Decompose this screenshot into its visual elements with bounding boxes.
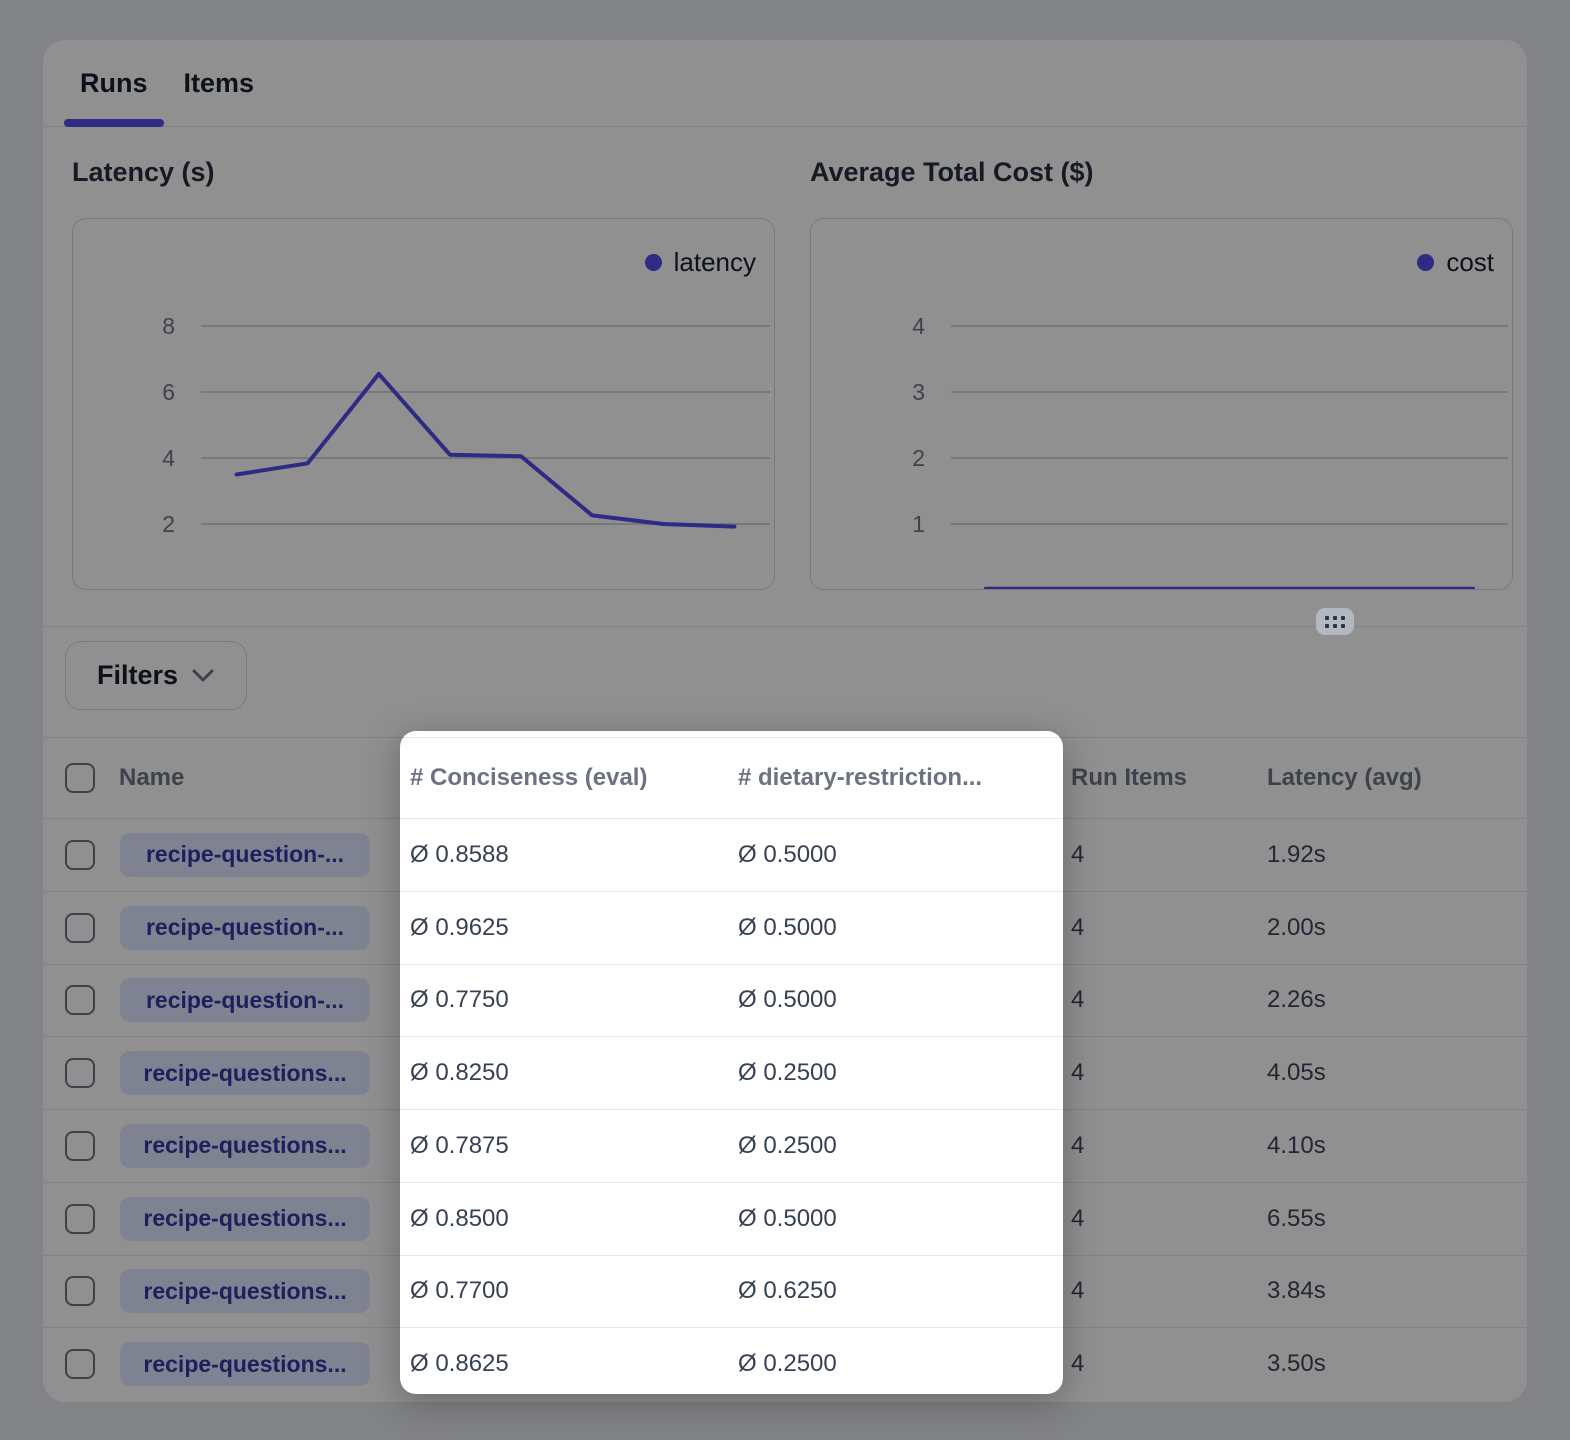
select-all-checkbox[interactable] (65, 763, 95, 793)
dietary-value: Ø 0.5000 (738, 986, 1071, 1014)
table-row[interactable]: recipe-questions... Ø 0.8500 Ø 0.5000 4 … (43, 1182, 1527, 1255)
row-checkbox[interactable] (65, 913, 95, 943)
run-name-badge[interactable]: recipe-questions... (120, 1269, 370, 1313)
chevron-down-icon (192, 669, 214, 683)
table-row[interactable]: recipe-question-... Ø 0.7750 Ø 0.5000 4 … (43, 964, 1527, 1037)
row-checkbox[interactable] (65, 1058, 95, 1088)
dietary-value: Ø 0.5000 (738, 841, 1071, 869)
table-row[interactable]: recipe-questions... Ø 0.7700 Ø 0.6250 4 … (43, 1255, 1527, 1328)
latency-avg-value: 3.50s (1267, 1350, 1527, 1378)
row-checkbox[interactable] (65, 840, 95, 870)
run-name-badge[interactable]: recipe-question-... (120, 906, 370, 950)
table-row[interactable]: recipe-questions... Ø 0.8625 Ø 0.2500 4 … (43, 1327, 1527, 1400)
latency-chart-title: Latency (s) (72, 157, 215, 188)
conciseness-value: Ø 0.9625 (410, 914, 738, 942)
cost-line-plot: 4 3 2 1 (811, 219, 1512, 589)
table-row[interactable]: recipe-question-... Ø 0.9625 Ø 0.5000 4 … (43, 891, 1527, 964)
runs-panel: Runs Items Latency (s) 8 6 4 2 latency Aver… (43, 40, 1527, 1402)
legend-label: cost (1446, 247, 1494, 278)
run-items-value: 4 (1071, 841, 1267, 869)
conciseness-value: Ø 0.8250 (410, 1059, 738, 1087)
latency-avg-value: 3.84s (1267, 1277, 1527, 1305)
filters-button[interactable]: Filters (65, 641, 247, 710)
column-header-conciseness[interactable]: # Conciseness (eval) (410, 764, 738, 792)
latency-avg-value: 4.10s (1267, 1132, 1527, 1160)
dietary-value: Ø 0.5000 (738, 1205, 1071, 1233)
row-checkbox[interactable] (65, 985, 95, 1015)
filters-section: Filters (43, 627, 1527, 737)
column-header-latency[interactable]: Latency (avg) (1267, 764, 1527, 792)
run-items-value: 4 (1071, 1205, 1267, 1233)
runs-table: Name # Conciseness (eval) # dietary-rest… (43, 737, 1527, 1400)
cost-legend: cost (1417, 247, 1494, 278)
svg-text:4: 4 (912, 313, 925, 339)
svg-text:6: 6 (162, 379, 175, 405)
run-items-value: 4 (1071, 1132, 1267, 1160)
row-checkbox[interactable] (65, 1349, 95, 1379)
tab-runs[interactable]: Runs (80, 68, 148, 126)
latency-chart-panel: 8 6 4 2 latency (72, 218, 775, 590)
row-checkbox[interactable] (65, 1276, 95, 1306)
table-row[interactable]: recipe-questions... Ø 0.8250 Ø 0.2500 4 … (43, 1036, 1527, 1109)
svg-text:2: 2 (162, 511, 175, 537)
cost-chart-panel: 4 3 2 1 cost (810, 218, 1513, 590)
section-resize-handle[interactable] (1316, 608, 1354, 635)
row-checkbox[interactable] (65, 1131, 95, 1161)
svg-text:4: 4 (162, 445, 175, 471)
dietary-value: Ø 0.2500 (738, 1350, 1071, 1378)
svg-text:8: 8 (162, 313, 175, 339)
run-name-badge[interactable]: recipe-questions... (120, 1342, 370, 1386)
latency-avg-value: 2.00s (1267, 914, 1527, 942)
row-checkbox[interactable] (65, 1204, 95, 1234)
run-items-value: 4 (1071, 1277, 1267, 1305)
cost-chart-title: Average Total Cost ($) (810, 157, 1094, 188)
dietary-value: Ø 0.6250 (738, 1277, 1071, 1305)
table-row[interactable]: recipe-questions... Ø 0.7875 Ø 0.2500 4 … (43, 1109, 1527, 1182)
grip-dots-icon (1325, 616, 1345, 628)
run-name-badge[interactable]: recipe-questions... (120, 1124, 370, 1168)
dietary-value: Ø 0.2500 (738, 1132, 1071, 1160)
run-name-badge[interactable]: recipe-questions... (120, 1197, 370, 1241)
latency-avg-value: 1.92s (1267, 841, 1527, 869)
tab-bar: Runs Items (43, 40, 1527, 127)
conciseness-value: Ø 0.7700 (410, 1277, 738, 1305)
table-row[interactable]: recipe-question-... Ø 0.8588 Ø 0.5000 4 … (43, 818, 1527, 891)
run-items-value: 4 (1071, 1059, 1267, 1087)
run-items-value: 4 (1071, 986, 1267, 1014)
dietary-value: Ø 0.2500 (738, 1059, 1071, 1087)
column-header-dietary[interactable]: # dietary-restriction... (738, 764, 1071, 792)
run-items-value: 4 (1071, 914, 1267, 942)
run-name-badge[interactable]: recipe-question-... (120, 978, 370, 1022)
legend-dot-icon (645, 254, 662, 271)
charts-section: Latency (s) 8 6 4 2 latency Average Total C… (43, 127, 1527, 627)
table-header-row: Name # Conciseness (eval) # dietary-rest… (43, 738, 1527, 818)
run-name-badge[interactable]: recipe-question-... (120, 833, 370, 877)
legend-dot-icon (1417, 254, 1434, 271)
filters-label: Filters (97, 660, 178, 691)
conciseness-value: Ø 0.8625 (410, 1350, 738, 1378)
conciseness-value: Ø 0.7750 (410, 986, 738, 1014)
latency-avg-value: 2.26s (1267, 986, 1527, 1014)
latency-avg-value: 4.05s (1267, 1059, 1527, 1087)
latency-legend: latency (645, 247, 756, 278)
dietary-value: Ø 0.5000 (738, 914, 1071, 942)
column-header-run-items[interactable]: Run Items (1071, 764, 1267, 792)
tab-items[interactable]: Items (184, 68, 255, 126)
svg-text:2: 2 (912, 445, 925, 471)
cost-chart: Average Total Cost ($) 4 3 2 1 cost (810, 127, 1513, 627)
conciseness-value: Ø 0.8588 (410, 841, 738, 869)
conciseness-value: Ø 0.8500 (410, 1205, 738, 1233)
column-header-name[interactable]: Name (119, 764, 410, 792)
legend-label: latency (674, 247, 756, 278)
run-items-value: 4 (1071, 1350, 1267, 1378)
conciseness-value: Ø 0.7875 (410, 1132, 738, 1160)
svg-text:1: 1 (912, 511, 925, 537)
latency-chart: Latency (s) 8 6 4 2 latency (72, 127, 775, 627)
run-name-badge[interactable]: recipe-questions... (120, 1051, 370, 1095)
latency-avg-value: 6.55s (1267, 1205, 1527, 1233)
svg-text:3: 3 (912, 379, 925, 405)
